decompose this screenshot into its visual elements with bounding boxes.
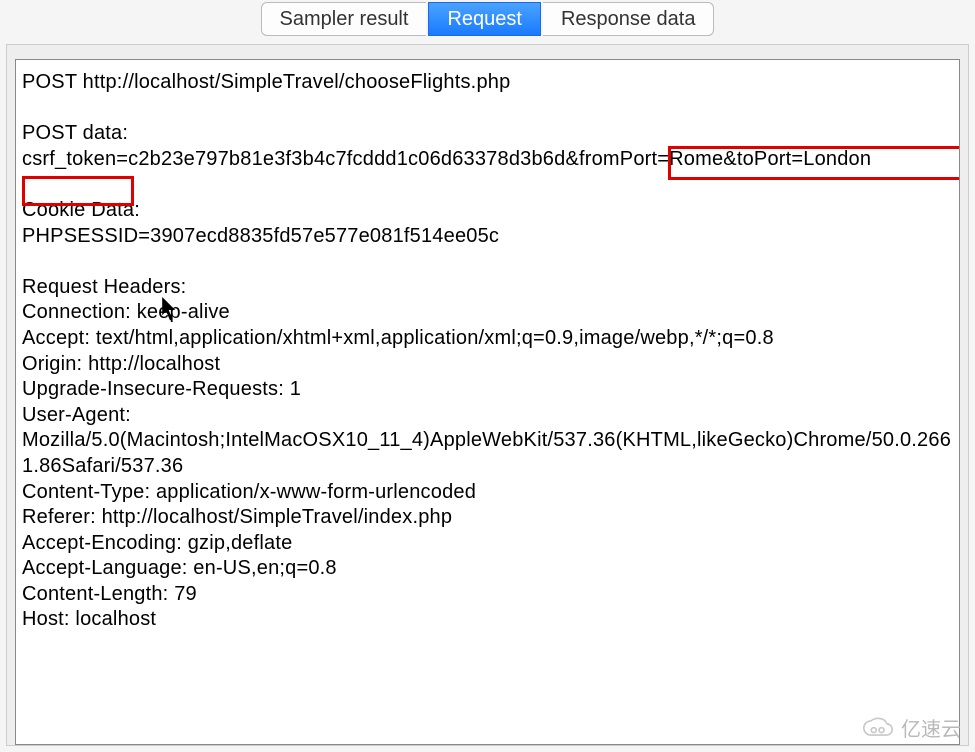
cookie-data-label: Cookie Data: — [22, 199, 140, 221]
header-upgrade-insecure-requests: Upgrade-Insecure-Requests: 1 — [22, 378, 301, 400]
request-headers-label: Request Headers: — [22, 276, 186, 298]
request-text: POST http://localhost/SimpleTravel/choos… — [22, 70, 953, 633]
header-content-type: Content-Type: application/x-www-form-url… — [22, 481, 476, 503]
header-accept-encoding: Accept-Encoding: gzip,deflate — [22, 532, 292, 554]
header-referer: Referer: http://localhost/SimpleTravel/i… — [22, 506, 452, 528]
post-data-value: csrf_token=c2b23e797b81e3f3b4c7fcddd1c06… — [22, 148, 871, 170]
header-connection: Connection: keep-alive — [22, 301, 230, 323]
cookie-data-value: PHPSESSID=3907ecd8835fd57e577e081f514ee0… — [22, 225, 499, 247]
request-method-line: POST http://localhost/SimpleTravel/choos… — [22, 71, 510, 93]
watermark: 亿速云 — [861, 713, 961, 742]
header-user-agent-value: Mozilla/5.0(Macintosh;IntelMacOSX10_11_4… — [22, 429, 951, 477]
watermark-text: 亿速云 — [901, 713, 961, 742]
request-panel-frame: POST http://localhost/SimpleTravel/choos… — [6, 44, 969, 746]
header-accept-language: Accept-Language: en-US,en;q=0.8 — [22, 557, 337, 579]
tab-request[interactable]: Request — [428, 2, 541, 36]
header-content-length: Content-Length: 79 — [22, 583, 197, 605]
cloud-icon — [861, 717, 895, 739]
tab-sampler-result[interactable]: Sampler result — [261, 2, 427, 36]
header-accept: Accept: text/html,application/xhtml+xml,… — [22, 327, 774, 349]
tab-bar: Sampler result Request Response data — [0, 0, 975, 44]
header-origin: Origin: http://localhost — [22, 353, 220, 375]
request-content-panel: POST http://localhost/SimpleTravel/choos… — [15, 59, 960, 745]
post-data-label: POST data: — [22, 122, 128, 144]
header-host: Host: localhost — [22, 608, 156, 630]
header-user-agent-label: User-Agent: — [22, 404, 131, 426]
tab-response-data[interactable]: Response data — [543, 2, 715, 36]
